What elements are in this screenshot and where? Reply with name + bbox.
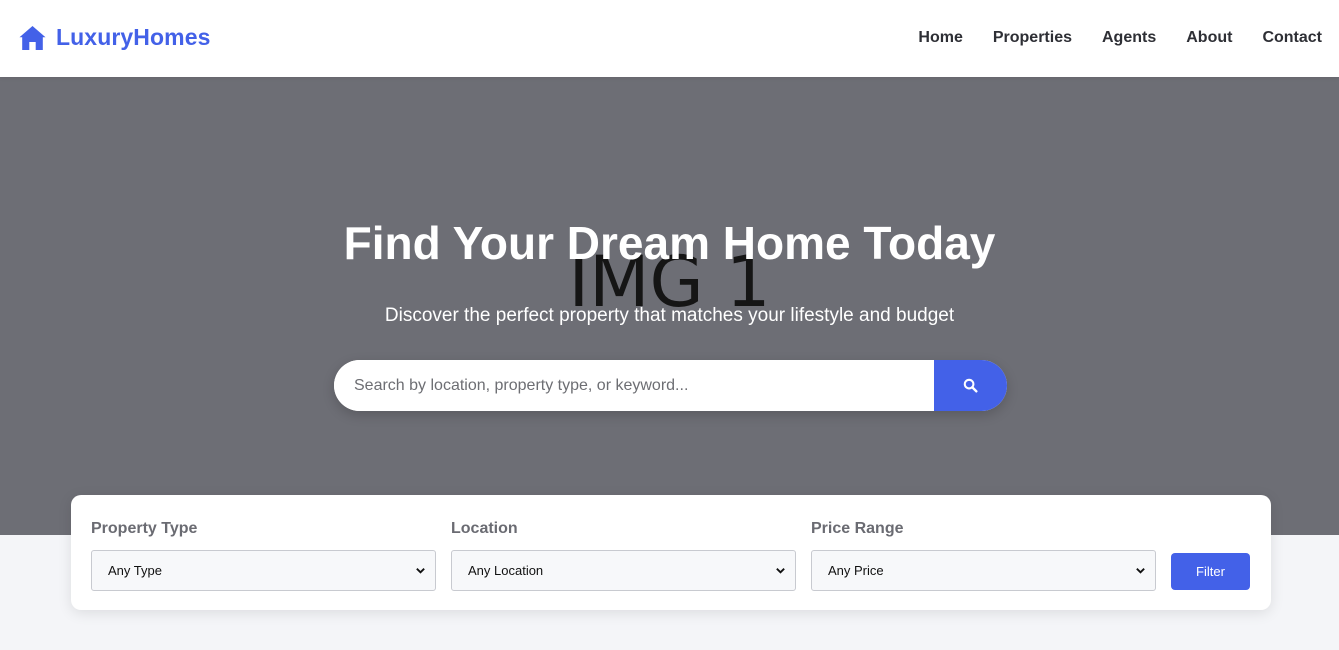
price-range-value: Any Price xyxy=(828,563,884,578)
hero-search-bar xyxy=(334,360,1007,411)
home-icon xyxy=(18,25,47,51)
filter-card: Property Type Any Type Location Any Loca… xyxy=(71,495,1271,610)
brand-logo[interactable]: LuxuryHomes xyxy=(18,24,210,51)
filter-label-property-type: Property Type xyxy=(91,520,198,537)
nav-about[interactable]: About xyxy=(1186,29,1232,47)
hero-subtitle: Discover the perfect property that match… xyxy=(384,305,955,326)
property-type-value: Any Type xyxy=(108,563,162,578)
search-input[interactable] xyxy=(334,360,934,411)
price-range-select[interactable]: Any Price xyxy=(811,550,1156,591)
nav-home[interactable]: Home xyxy=(918,29,962,47)
chevron-down-icon xyxy=(416,568,425,574)
search-button[interactable] xyxy=(934,360,1007,411)
nav-agents[interactable]: Agents xyxy=(1102,29,1156,47)
brand-name: LuxuryHomes xyxy=(56,24,211,50)
chevron-down-icon xyxy=(1136,568,1145,574)
filter-label-price-range: Price Range xyxy=(811,520,904,537)
filter-price-range: Price Range Any Price xyxy=(811,520,1156,591)
filter-label-location: Location xyxy=(451,520,518,537)
filter-location: Location Any Location xyxy=(451,520,796,591)
main-nav: Home Properties Agents About Contact xyxy=(918,29,1322,47)
filter-button[interactable]: Filter xyxy=(1171,553,1250,590)
hero-section: IMG 1 Find Your Dream Home Today Discove… xyxy=(0,77,1339,535)
nav-properties[interactable]: Properties xyxy=(993,29,1072,47)
chevron-down-icon xyxy=(776,568,785,574)
filter-property-type: Property Type Any Type xyxy=(91,520,436,591)
property-type-select[interactable]: Any Type xyxy=(91,550,436,591)
search-icon xyxy=(963,378,978,393)
location-select[interactable]: Any Location xyxy=(451,550,796,591)
location-value: Any Location xyxy=(468,563,544,578)
navbar: LuxuryHomes Home Properties Agents About… xyxy=(0,0,1339,77)
hero-title: Find Your Dream Home Today xyxy=(343,217,996,269)
nav-contact[interactable]: Contact xyxy=(1262,29,1322,47)
